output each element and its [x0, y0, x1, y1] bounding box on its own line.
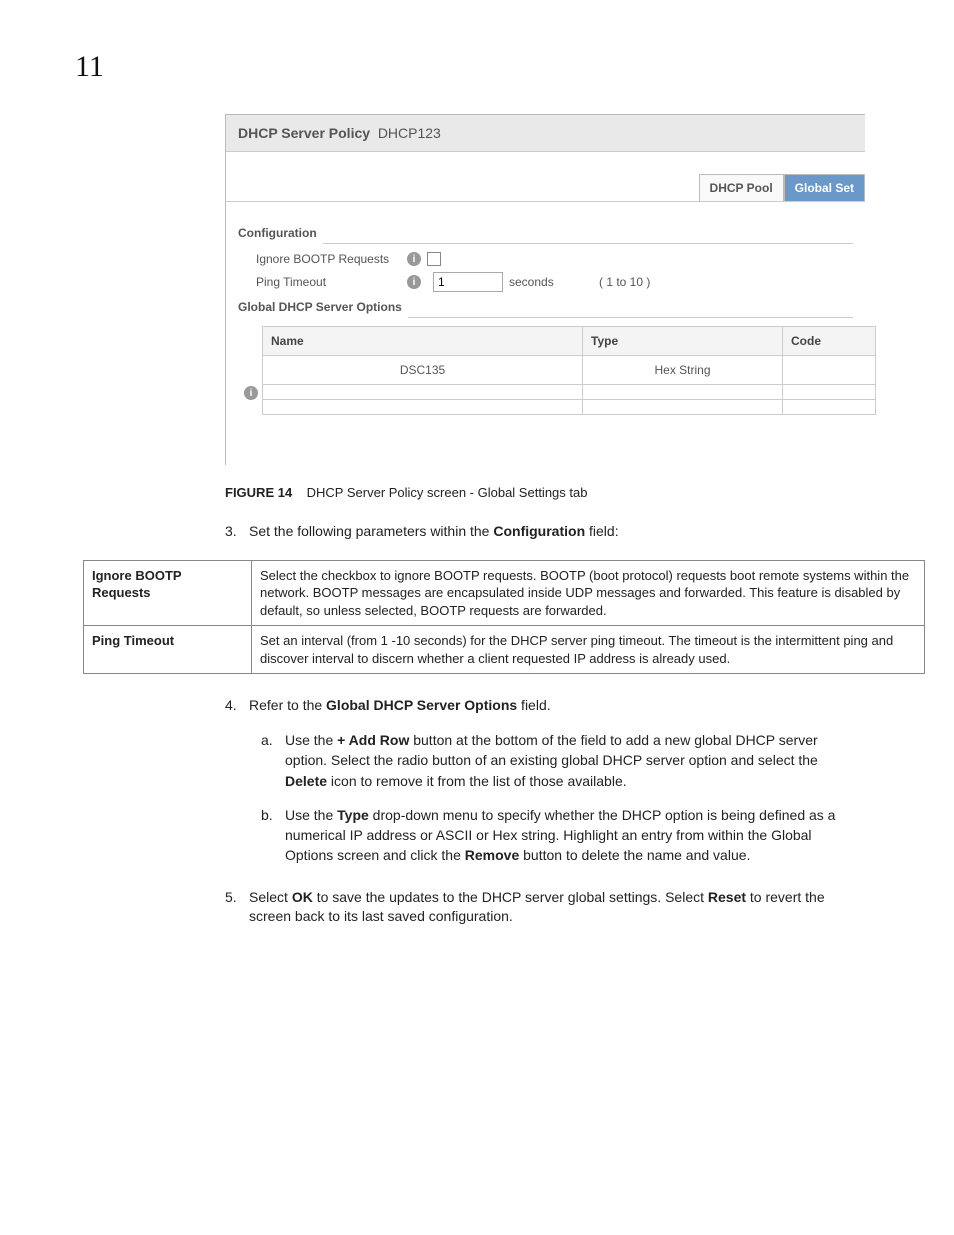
ignore-bootp-checkbox[interactable]	[427, 252, 441, 266]
info-icon[interactable]: i	[244, 386, 258, 400]
desc-text: Set an interval (from 1 -10 seconds) for…	[252, 626, 925, 674]
bold: Remove	[465, 847, 519, 863]
text: Use the	[285, 807, 337, 823]
ping-timeout-input[interactable]	[433, 272, 503, 292]
cell-type	[583, 385, 783, 400]
bold: Delete	[285, 773, 327, 789]
bold: Global DHCP Server Options	[326, 697, 517, 713]
cell-name	[263, 400, 583, 415]
cell-code	[783, 356, 876, 385]
desc-label: Ignore BOOTP Requests	[84, 560, 252, 626]
step-4: 4. Refer to the Global DHCP Server Optio…	[225, 696, 879, 716]
table-row[interactable]: DSC135 Hex String	[263, 356, 876, 385]
cell-code	[783, 400, 876, 415]
desc-text: Select the checkbox to ignore BOOTP requ…	[252, 560, 925, 626]
col-name[interactable]: Name	[263, 327, 583, 356]
bold: OK	[292, 889, 313, 905]
step-3: 3. Set the following parameters within t…	[225, 522, 879, 542]
figure-text: DHCP Server Policy screen - Global Setti…	[307, 485, 588, 500]
bold: Configuration	[493, 523, 585, 539]
step-5: 5. Select OK to save the updates to the …	[225, 888, 879, 927]
configuration-legend: Configuration	[238, 226, 317, 240]
table-row[interactable]	[263, 385, 876, 400]
panel-title: DHCP Server Policy DHCP123	[226, 115, 865, 152]
figure-caption: FIGURE 14 DHCP Server Policy screen - Gl…	[225, 485, 879, 500]
description-table: Ignore BOOTP Requests Select the checkbo…	[83, 560, 925, 675]
text: Select	[249, 889, 292, 905]
divider	[323, 243, 853, 244]
ping-timeout-label: Ping Timeout	[256, 275, 401, 289]
table-row[interactable]	[263, 400, 876, 415]
step-number: 5.	[225, 888, 249, 927]
ping-range: ( 1 to 10 )	[599, 275, 650, 289]
text: field.	[517, 697, 550, 713]
cell-type: Hex String	[583, 356, 783, 385]
bold: + Add Row	[337, 732, 409, 748]
substep-b: b. Use the Type drop-down menu to specif…	[261, 805, 879, 866]
col-code[interactable]: Code	[783, 327, 876, 356]
panel-title-prefix: DHCP Server Policy	[238, 125, 370, 141]
page-number: 11	[75, 50, 879, 84]
tab-dhcp-pool[interactable]: DHCP Pool	[699, 174, 784, 201]
ignore-bootp-label: Ignore BOOTP Requests	[256, 252, 401, 266]
col-type[interactable]: Type	[583, 327, 783, 356]
divider	[408, 317, 853, 318]
cell-name	[263, 385, 583, 400]
step-number: 4.	[225, 696, 249, 716]
ping-unit: seconds	[509, 275, 599, 289]
cell-name: DSC135	[263, 356, 583, 385]
bold: Reset	[708, 889, 746, 905]
figure-label: FIGURE 14	[225, 485, 292, 500]
info-icon[interactable]: i	[407, 252, 421, 266]
text: to save the updates to the DHCP server g…	[313, 889, 708, 905]
text: Set the following parameters within the	[249, 523, 493, 539]
cell-code	[783, 385, 876, 400]
text: icon to remove it from the list of those…	[327, 773, 627, 789]
cell-type	[583, 400, 783, 415]
tab-row: DHCP Pool Global Set	[226, 152, 865, 202]
text: Use the	[285, 732, 337, 748]
text: field:	[585, 523, 618, 539]
panel-title-name: DHCP123	[378, 125, 441, 141]
global-options-legend: Global DHCP Server Options	[238, 300, 402, 314]
text: Refer to the	[249, 697, 326, 713]
substep-letter: a.	[261, 730, 285, 791]
info-icon[interactable]: i	[407, 275, 421, 289]
dhcp-screenshot: DHCP Server Policy DHCP123 DHCP Pool Glo…	[225, 114, 865, 465]
text: button to delete the name and value.	[519, 847, 750, 863]
desc-label: Ping Timeout	[84, 626, 252, 674]
substep-a: a. Use the + Add Row button at the botto…	[261, 730, 879, 791]
step-number: 3.	[225, 522, 249, 542]
substep-letter: b.	[261, 805, 285, 866]
bold: Type	[337, 807, 369, 823]
global-options-table: Name Type Code DSC135 Hex String	[262, 326, 876, 415]
tab-global-settings[interactable]: Global Set	[784, 174, 865, 201]
